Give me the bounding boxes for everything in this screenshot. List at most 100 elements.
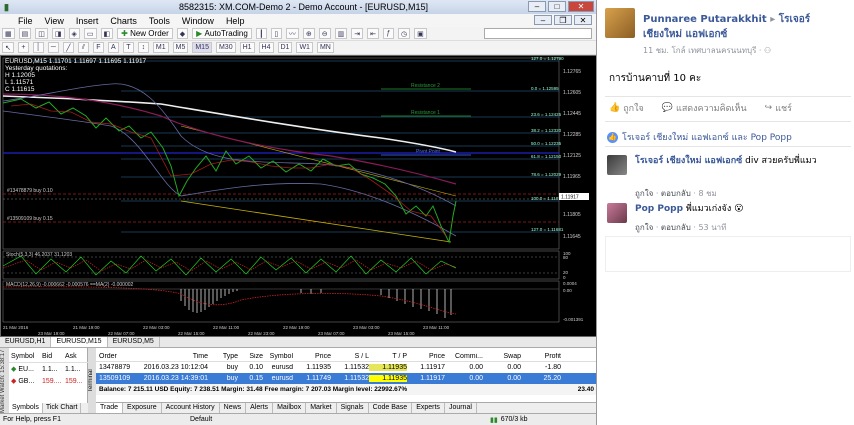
tab-exposure[interactable]: Exposure [123, 403, 162, 413]
cursor-icon[interactable]: ↖ [2, 42, 14, 53]
text-icon[interactable]: A [107, 42, 119, 53]
poster-avatar[interactable] [605, 8, 635, 38]
terminal-icon[interactable]: ▭ [83, 28, 97, 39]
minimize-button[interactable]: – [528, 1, 546, 12]
tester-icon[interactable]: ◧ [100, 28, 114, 39]
tab-trade[interactable]: Trade [96, 403, 124, 413]
fibonacci-icon[interactable]: F [92, 42, 104, 53]
zoom-out-icon[interactable]: ⊖ [318, 28, 331, 39]
periods-icon[interactable]: ◷ [397, 28, 411, 39]
tab-mailbox[interactable]: Mailbox [273, 403, 307, 413]
menu-file[interactable]: File [18, 16, 33, 26]
comment-author[interactable]: Pop Popp [635, 204, 683, 214]
avatar[interactable] [607, 203, 627, 223]
tf-h1[interactable]: H1 [239, 42, 255, 53]
market-watch-icon[interactable]: ◫ [35, 28, 48, 39]
column-header[interactable]: Size [238, 353, 263, 360]
comment-like[interactable]: ถูกใจ [635, 189, 653, 198]
column-header[interactable]: Time [136, 353, 208, 360]
tab-account-history[interactable]: Account History [162, 403, 220, 413]
column-header[interactable]: T / P [369, 353, 407, 360]
column-header[interactable]: Commi... [445, 353, 483, 360]
maximize-button[interactable]: □ [548, 1, 566, 12]
column-header[interactable]: S / L [331, 353, 369, 360]
chart-tab-h1[interactable]: EURUSD,H1 [0, 337, 52, 347]
templates-icon[interactable]: ▣ [414, 28, 427, 39]
column-header[interactable]: Bid [42, 353, 65, 360]
column-header[interactable]: Price [293, 353, 331, 360]
comment-button[interactable]: 💬 แสดงความคิดเห็น [662, 101, 747, 115]
chart-tab-m5[interactable]: EURUSD,M5 [108, 337, 160, 347]
post-time-location[interactable]: 11 ชม. โกล์ เทศบาลนครนนทบุรี · [643, 46, 764, 55]
comment-reply[interactable]: ตอบกลับ [661, 189, 691, 198]
poster-name[interactable]: Punnaree Putarakkhit [643, 14, 767, 25]
chart-window[interactable]: 127.0 = 1.12790 0.0 = 1.12595 23.6 = 1.1… [0, 55, 596, 337]
navigator-icon[interactable]: ◈ [68, 28, 80, 39]
share-button[interactable]: ↪ แชร์ [765, 101, 792, 115]
column-header[interactable]: Symbol [9, 353, 42, 360]
column-header[interactable]: Swap [483, 353, 521, 360]
tab-alerts[interactable]: Alerts [246, 403, 274, 413]
chart-tab-m15[interactable]: EURUSD,M15 [51, 337, 108, 347]
tf-m15[interactable]: M15 [192, 42, 212, 53]
comment-time[interactable]: 53 นาที [698, 223, 726, 232]
label-icon[interactable]: T [122, 42, 134, 53]
menu-insert[interactable]: Insert [76, 16, 99, 26]
comment-reply[interactable]: ตอบกลับ [661, 223, 691, 232]
column-header[interactable]: Ask [65, 353, 88, 360]
tab-signals[interactable]: Signals [337, 403, 369, 413]
line-chart-icon[interactable]: 〰 [285, 28, 299, 39]
tf-h4[interactable]: H4 [258, 42, 274, 53]
menu-tools[interactable]: Tools [149, 16, 170, 26]
market-watch-row[interactable]: ◆ GB... 159.... 159... [9, 375, 88, 387]
comment-like[interactable]: ถูกใจ [635, 223, 653, 232]
data-window-icon[interactable]: ◨ [51, 28, 65, 39]
menu-charts[interactable]: Charts [110, 16, 137, 26]
menu-window[interactable]: Window [182, 16, 214, 26]
indicators-icon[interactable]: ƒ [382, 28, 394, 39]
tf-m1[interactable]: M1 [152, 42, 169, 53]
tf-m5[interactable]: M5 [172, 42, 189, 53]
new-chart-icon[interactable]: ▦ [2, 28, 15, 39]
tf-d1[interactable]: D1 [277, 42, 293, 53]
column-header[interactable]: Type [208, 353, 238, 360]
likes-summary[interactable]: 👍 โรเจอร์ เชียงใหม่ แอฟเอกซ์ และ Pop Pop… [607, 130, 792, 144]
autotrading-button[interactable]: ▶ AutoTrading [192, 28, 252, 39]
tab-journal[interactable]: Journal [445, 403, 477, 413]
crosshair-icon[interactable]: + [17, 42, 29, 53]
arrows-icon[interactable]: ↕ [137, 42, 149, 53]
horizontal-line-icon[interactable]: ─ [47, 42, 59, 53]
tf-m30[interactable]: M30 [215, 42, 236, 53]
channel-icon[interactable]: ⫽ [77, 42, 89, 53]
metaeditor-icon[interactable]: ◆ [176, 28, 189, 39]
column-header[interactable]: Symbol [263, 353, 293, 360]
column-header[interactable]: Price [407, 353, 445, 360]
autoscroll-icon[interactable]: ⇥ [351, 28, 364, 39]
tf-mn[interactable]: MN [316, 42, 334, 53]
table-row[interactable]: 13478879 2016.03.23 10:12:04 buy 0.10 eu… [96, 362, 596, 373]
close-button[interactable]: ✕ [568, 1, 594, 12]
search-input[interactable] [484, 28, 592, 39]
market-watch-row[interactable]: ◆ EU... 1.1... 1.1... [9, 363, 88, 375]
comment-box-area[interactable] [605, 236, 851, 272]
chart-shift-icon[interactable]: ⇤ [367, 28, 379, 39]
menu-view[interactable]: View [45, 16, 64, 26]
comment-time[interactable]: 8 ชม [698, 189, 716, 198]
candlestick-icon[interactable]: ▯ [270, 28, 282, 39]
child-restore-button[interactable]: ❐ [554, 15, 572, 25]
new-order-button[interactable]: ✚ New Order [117, 28, 173, 39]
tab-market[interactable]: Market [306, 403, 337, 413]
comment-author[interactable]: โรเจอร์ เชียงใหม่ แอฟเอกซ์ [635, 156, 742, 166]
bar-chart-icon[interactable]: ┃ [255, 28, 267, 39]
table-row[interactable]: 13509109 2016.03.23 14:39:01 buy 0.15 eu… [96, 373, 596, 384]
child-minimize-button[interactable]: – [534, 15, 552, 25]
tab-experts[interactable]: Experts [412, 403, 445, 413]
child-close-button[interactable]: ✕ [574, 15, 592, 25]
like-button[interactable]: 👍 ถูกใจ [609, 101, 644, 115]
zoom-in-icon[interactable]: ⊕ [302, 28, 315, 39]
profiles-icon[interactable]: ▤ [18, 28, 32, 39]
trendline-icon[interactable]: ╱ [62, 42, 74, 53]
tf-w1[interactable]: W1 [296, 42, 313, 53]
avatar[interactable] [607, 155, 627, 175]
column-header[interactable]: Order [96, 353, 136, 360]
